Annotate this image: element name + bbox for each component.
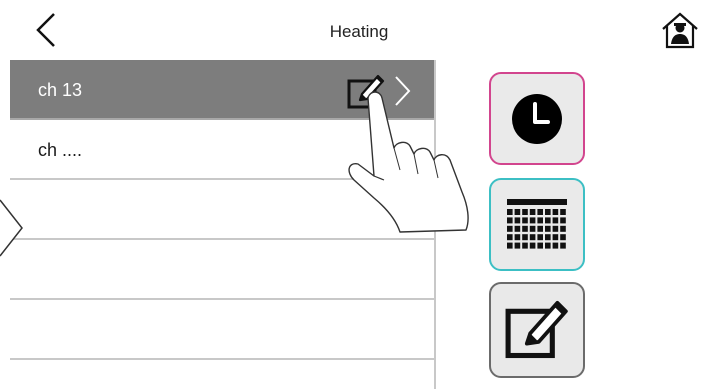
channel-list: ch 13 ch .... (10, 60, 434, 360)
chevron-right-icon (0, 199, 23, 257)
calendar-grid-icon (507, 198, 567, 249)
left-page-arrow[interactable] (0, 196, 26, 260)
edit-icon (347, 74, 385, 109)
list-item-ch[interactable]: ch .... (10, 120, 434, 180)
list-item-empty[interactable] (10, 300, 434, 360)
list-item-label: ch .... (38, 140, 83, 160)
home-person-icon (662, 12, 698, 49)
timer-button[interactable] (489, 72, 585, 165)
row-chevron-button[interactable] (392, 74, 412, 108)
clock-icon (512, 93, 562, 144)
row-edit-button[interactable] (346, 72, 386, 112)
week-program-button[interactable] (489, 178, 585, 271)
header-bar: Heating (0, 0, 718, 60)
list-item-ch13[interactable]: ch 13 (10, 60, 434, 120)
page-title: Heating (329, 22, 389, 41)
chevron-right-icon (395, 76, 411, 106)
panel-divider (434, 60, 436, 389)
edit-button[interactable] (489, 282, 585, 378)
list-item-label: ch 13 (38, 80, 83, 100)
list-item-empty[interactable] (10, 240, 434, 300)
home-button[interactable] (660, 11, 700, 51)
list-item-empty[interactable] (10, 180, 434, 240)
edit-icon (505, 300, 568, 359)
